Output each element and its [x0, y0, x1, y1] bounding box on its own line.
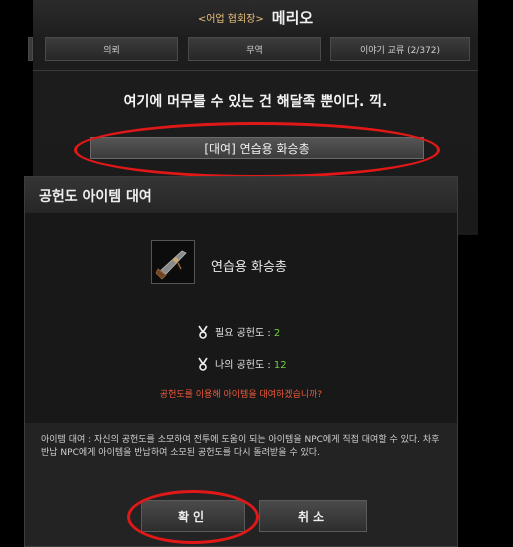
my-label: 나의 공헌도 :: [215, 360, 274, 371]
npc-subtitle: <어업 협회장>: [197, 13, 264, 25]
rental-description: 아이템 대여 : 자신의 공헌도를 소모하여 전투에 도움이 되는 아이템을 N…: [41, 435, 440, 458]
medal-icon: [198, 357, 208, 371]
rental-modal: 공헌도 아이템 대여 연습용 화승총 필요 공헌도 : 2 나의 공헌도 : 1…: [24, 176, 458, 547]
tab-trade[interactable]: 무역: [188, 37, 321, 61]
item-slot[interactable]: [151, 240, 195, 284]
confirm-question: 공헌도를 이용해 아이템을 대여하겠습니까?: [159, 390, 323, 400]
tab-conversation[interactable]: 이야기 교류 (2/372): [330, 37, 470, 61]
required-contribution: 필요 공헌도 : 2: [197, 324, 280, 339]
npc-message: 여기에 머무를 수 있는 건 해달족 뿐이다. 끽.: [123, 94, 388, 110]
npc-header: <어업 협회장> 메리오: [33, 0, 478, 34]
medal-icon: [198, 325, 208, 339]
ok-button[interactable]: 확인: [141, 500, 245, 532]
npc-name: 메리오: [271, 8, 314, 27]
matchlock-gun-icon: [152, 241, 194, 283]
tab-quest[interactable]: 의뢰: [45, 37, 178, 61]
tab-edge: [28, 37, 33, 61]
divider: [33, 70, 478, 71]
cancel-button[interactable]: 취소: [259, 500, 367, 532]
required-value: 2: [273, 328, 281, 339]
required-label: 필요 공헌도 :: [215, 328, 274, 339]
item-name: 연습용 화승총: [211, 260, 287, 275]
rental-option-button[interactable]: [대여] 연습용 화승총: [90, 137, 424, 159]
my-value: 12: [273, 360, 287, 371]
modal-title-bar[interactable]: 공헌도 아이템 대여: [25, 177, 457, 214]
npc-tab-bar: 의뢰 무역 이야기 교류 (2/372): [33, 37, 478, 63]
my-contribution: 나의 공헌도 : 12: [197, 356, 287, 371]
modal-title: 공헌도 아이템 대여: [39, 189, 152, 205]
